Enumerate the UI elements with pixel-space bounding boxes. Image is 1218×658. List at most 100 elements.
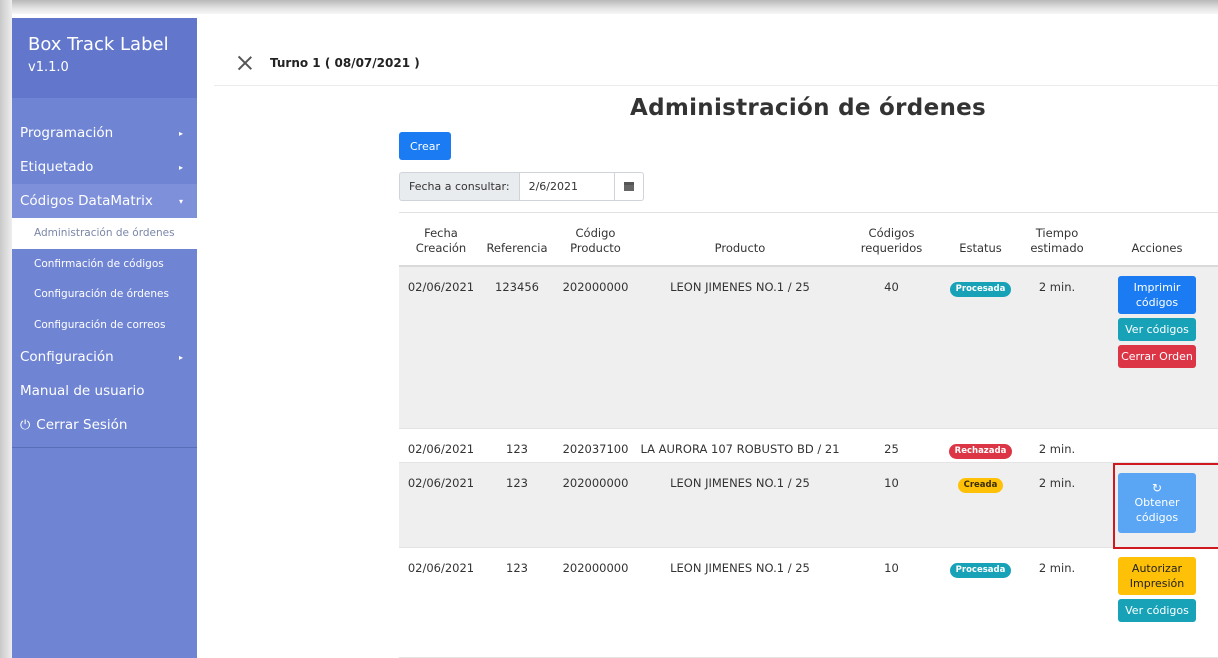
cell-tiempo: 2 min. (1038, 561, 1076, 575)
imprimir-codigos-button[interactable]: Imprimir códigos (1118, 276, 1196, 314)
table-row: 02/06/2021 123 202000000 LEON JIMENES NO.1 … (399, 548, 1218, 658)
create-button[interactable]: Crear (399, 132, 451, 160)
cell-acciones: ↻ Obtener códigos (1096, 463, 1218, 547)
column-header: Producto (714, 241, 766, 255)
sidebar-item-programacion[interactable]: Programación ▸ (12, 116, 197, 150)
obtener-codigos-button[interactable]: ↻ Obtener códigos (1118, 473, 1196, 533)
column-header: Acciones (1131, 241, 1183, 255)
cell-codigo: 202000000 (562, 561, 629, 575)
sidebar-item-label: Cerrar Sesión (36, 417, 128, 433)
cell-requeridos: 25 (884, 442, 899, 456)
cell-tiempo: 2 min. (1038, 280, 1076, 294)
ver-codigos-button[interactable]: Ver códigos (1118, 318, 1196, 341)
cell-estatus: Procesada (943, 548, 1018, 657)
cell-referencia: 123 (506, 476, 528, 490)
sidebar-subitem-confirmacion-codigos[interactable]: Confirmación de códigos (12, 249, 197, 280)
autorizar-impresion-button[interactable]: Autorizar Impresión (1118, 557, 1196, 595)
sidebar-item-cerrar-sesion[interactable]: ⏻ Cerrar Sesión (12, 408, 197, 442)
cell-requeridos: 40 (884, 280, 899, 294)
close-icon[interactable] (236, 54, 254, 72)
cell-tiempo: 2 min. (1038, 442, 1076, 456)
cell-fecha: 02/06/2021 (407, 442, 475, 456)
cell-codigo: 202000000 (562, 280, 629, 294)
sidebar-item-label: Programación (20, 125, 114, 141)
sidebar-nav: Programación ▸ Etiquetado ▸ Códigos Data… (12, 116, 197, 442)
sidebar: Box Track Label v1.1.0 Programación ▸ Et… (12, 18, 197, 658)
sidebar-item-codigos-datamatrix[interactable]: Códigos DataMatrix ▾ (12, 184, 197, 218)
action-label: Ver códigos (1125, 323, 1189, 336)
table-row: 02/06/2021 123456 202000000 LEON JIMENES NO… (399, 267, 1218, 429)
status-badge: Creada (957, 478, 1004, 493)
ver-codigos-button[interactable]: Ver códigos (1118, 599, 1196, 622)
app-name: Box Track Label (28, 34, 169, 55)
chevron-right-icon: ▸ (178, 128, 183, 138)
app-version: v1.1.0 (28, 60, 69, 75)
cell-codigo: 202037100 (562, 442, 629, 456)
column-header: Código Producto (570, 226, 621, 255)
action-label: Autorizar Impresión (1129, 562, 1185, 590)
orders-table: Fecha Creación Referencia Código Producto … (399, 212, 1218, 658)
calendar-icon (623, 182, 634, 191)
column-header: Fecha Creación (415, 226, 467, 255)
cell-acciones: Imprimir códigos Ver códigos Cerrar Orden (1096, 267, 1218, 428)
table-header: Fecha Creación Referencia Código Producto … (399, 212, 1218, 267)
cell-producto: LEON JIMENES NO.1 / 25 (670, 476, 810, 490)
action-label: Ver códigos (1125, 604, 1189, 617)
sidebar-subitem-configuracion-correos[interactable]: Configuración de correos (12, 310, 197, 341)
cell-fecha: 02/06/2021 (407, 280, 475, 294)
action-label: Cerrar Orden (1121, 350, 1193, 363)
table-row: 02/06/2021 123 202000000 LEON JIMENES NO.1 … (399, 463, 1218, 548)
status-badge: Procesada (949, 563, 1012, 578)
cell-producto: LEON JIMENES NO.1 / 25 (670, 280, 810, 294)
sidebar-item-etiquetado[interactable]: Etiquetado ▸ (12, 150, 197, 184)
shift-label: Turno 1 ( 08/07/2021 ) (270, 55, 420, 70)
cell-estatus: Rechazada (943, 429, 1018, 462)
cell-producto: LEON JIMENES NO.1 / 25 (670, 561, 810, 575)
cerrar-orden-button[interactable]: Cerrar Orden (1118, 345, 1196, 368)
cell-requeridos: 10 (884, 476, 899, 490)
table-body: 02/06/2021 123456 202000000 LEON JIMENES NO… (399, 267, 1218, 658)
cell-referencia: 123 (506, 442, 528, 456)
cell-requeridos: 10 (884, 561, 899, 575)
window-top-edge (0, 0, 1218, 14)
cell-tiempo: 2 min. (1038, 476, 1076, 490)
chevron-right-icon: ▸ (178, 352, 183, 362)
sidebar-item-label: Configuración (20, 349, 114, 365)
cell-acciones: Autorizar Impresión Ver códigos (1096, 548, 1218, 657)
cell-referencia: 123456 (495, 280, 539, 294)
status-badge: Rechazada (948, 444, 1013, 459)
brand: Box Track Label v1.1.0 (12, 18, 197, 98)
column-header: Códigos requeridos (860, 226, 923, 255)
sidebar-subitem-configuracion-ordenes[interactable]: Configuración de órdenes (12, 279, 197, 310)
spinner-icon: ↻ (1151, 481, 1163, 495)
cell-fecha: 02/06/2021 (407, 476, 475, 490)
column-header: Tiempo estimado (1030, 226, 1084, 255)
cell-referencia: 123 (506, 561, 528, 575)
top-bar: Turno 1 ( 08/07/2021 ) (214, 40, 1218, 86)
chevron-right-icon: ▸ (178, 162, 183, 172)
table-row: 02/06/2021 123 202037100 LA AURORA 107 ROBU… (399, 429, 1218, 463)
sidebar-divider (12, 447, 197, 448)
power-icon: ⏻ (20, 417, 31, 433)
cell-producto: LA AURORA 107 ROBUSTO BD / 21 (640, 442, 840, 456)
cell-estatus: Creada (943, 463, 1018, 547)
action-label: Imprimir códigos (1133, 281, 1181, 309)
column-header: Referencia (486, 241, 548, 255)
sidebar-submenu: Administración de órdenes Confirmación d… (12, 218, 197, 340)
cell-acciones (1096, 429, 1218, 462)
calendar-button[interactable] (614, 172, 644, 201)
status-badge: Procesada (949, 282, 1012, 297)
sidebar-item-manual-usuario[interactable]: Manual de usuario (12, 374, 197, 408)
sidebar-item-label: Códigos DataMatrix (20, 193, 153, 209)
sidebar-item-configuracion[interactable]: Configuración ▸ (12, 340, 197, 374)
cell-fecha: 02/06/2021 (407, 561, 475, 575)
date-filter: Fecha a consultar: 2/6/2021 (399, 172, 644, 201)
chevron-down-icon: ▾ (178, 196, 183, 206)
sidebar-item-label: Etiquetado (20, 159, 94, 175)
action-label: Obtener códigos (1134, 496, 1180, 524)
column-header: Estatus (959, 241, 1002, 255)
sidebar-item-label: Manual de usuario (20, 383, 145, 399)
page-title: Administración de órdenes (629, 95, 987, 121)
sidebar-subitem-administracion-ordenes[interactable]: Administración de órdenes (12, 218, 197, 249)
date-input[interactable]: 2/6/2021 (518, 172, 615, 201)
